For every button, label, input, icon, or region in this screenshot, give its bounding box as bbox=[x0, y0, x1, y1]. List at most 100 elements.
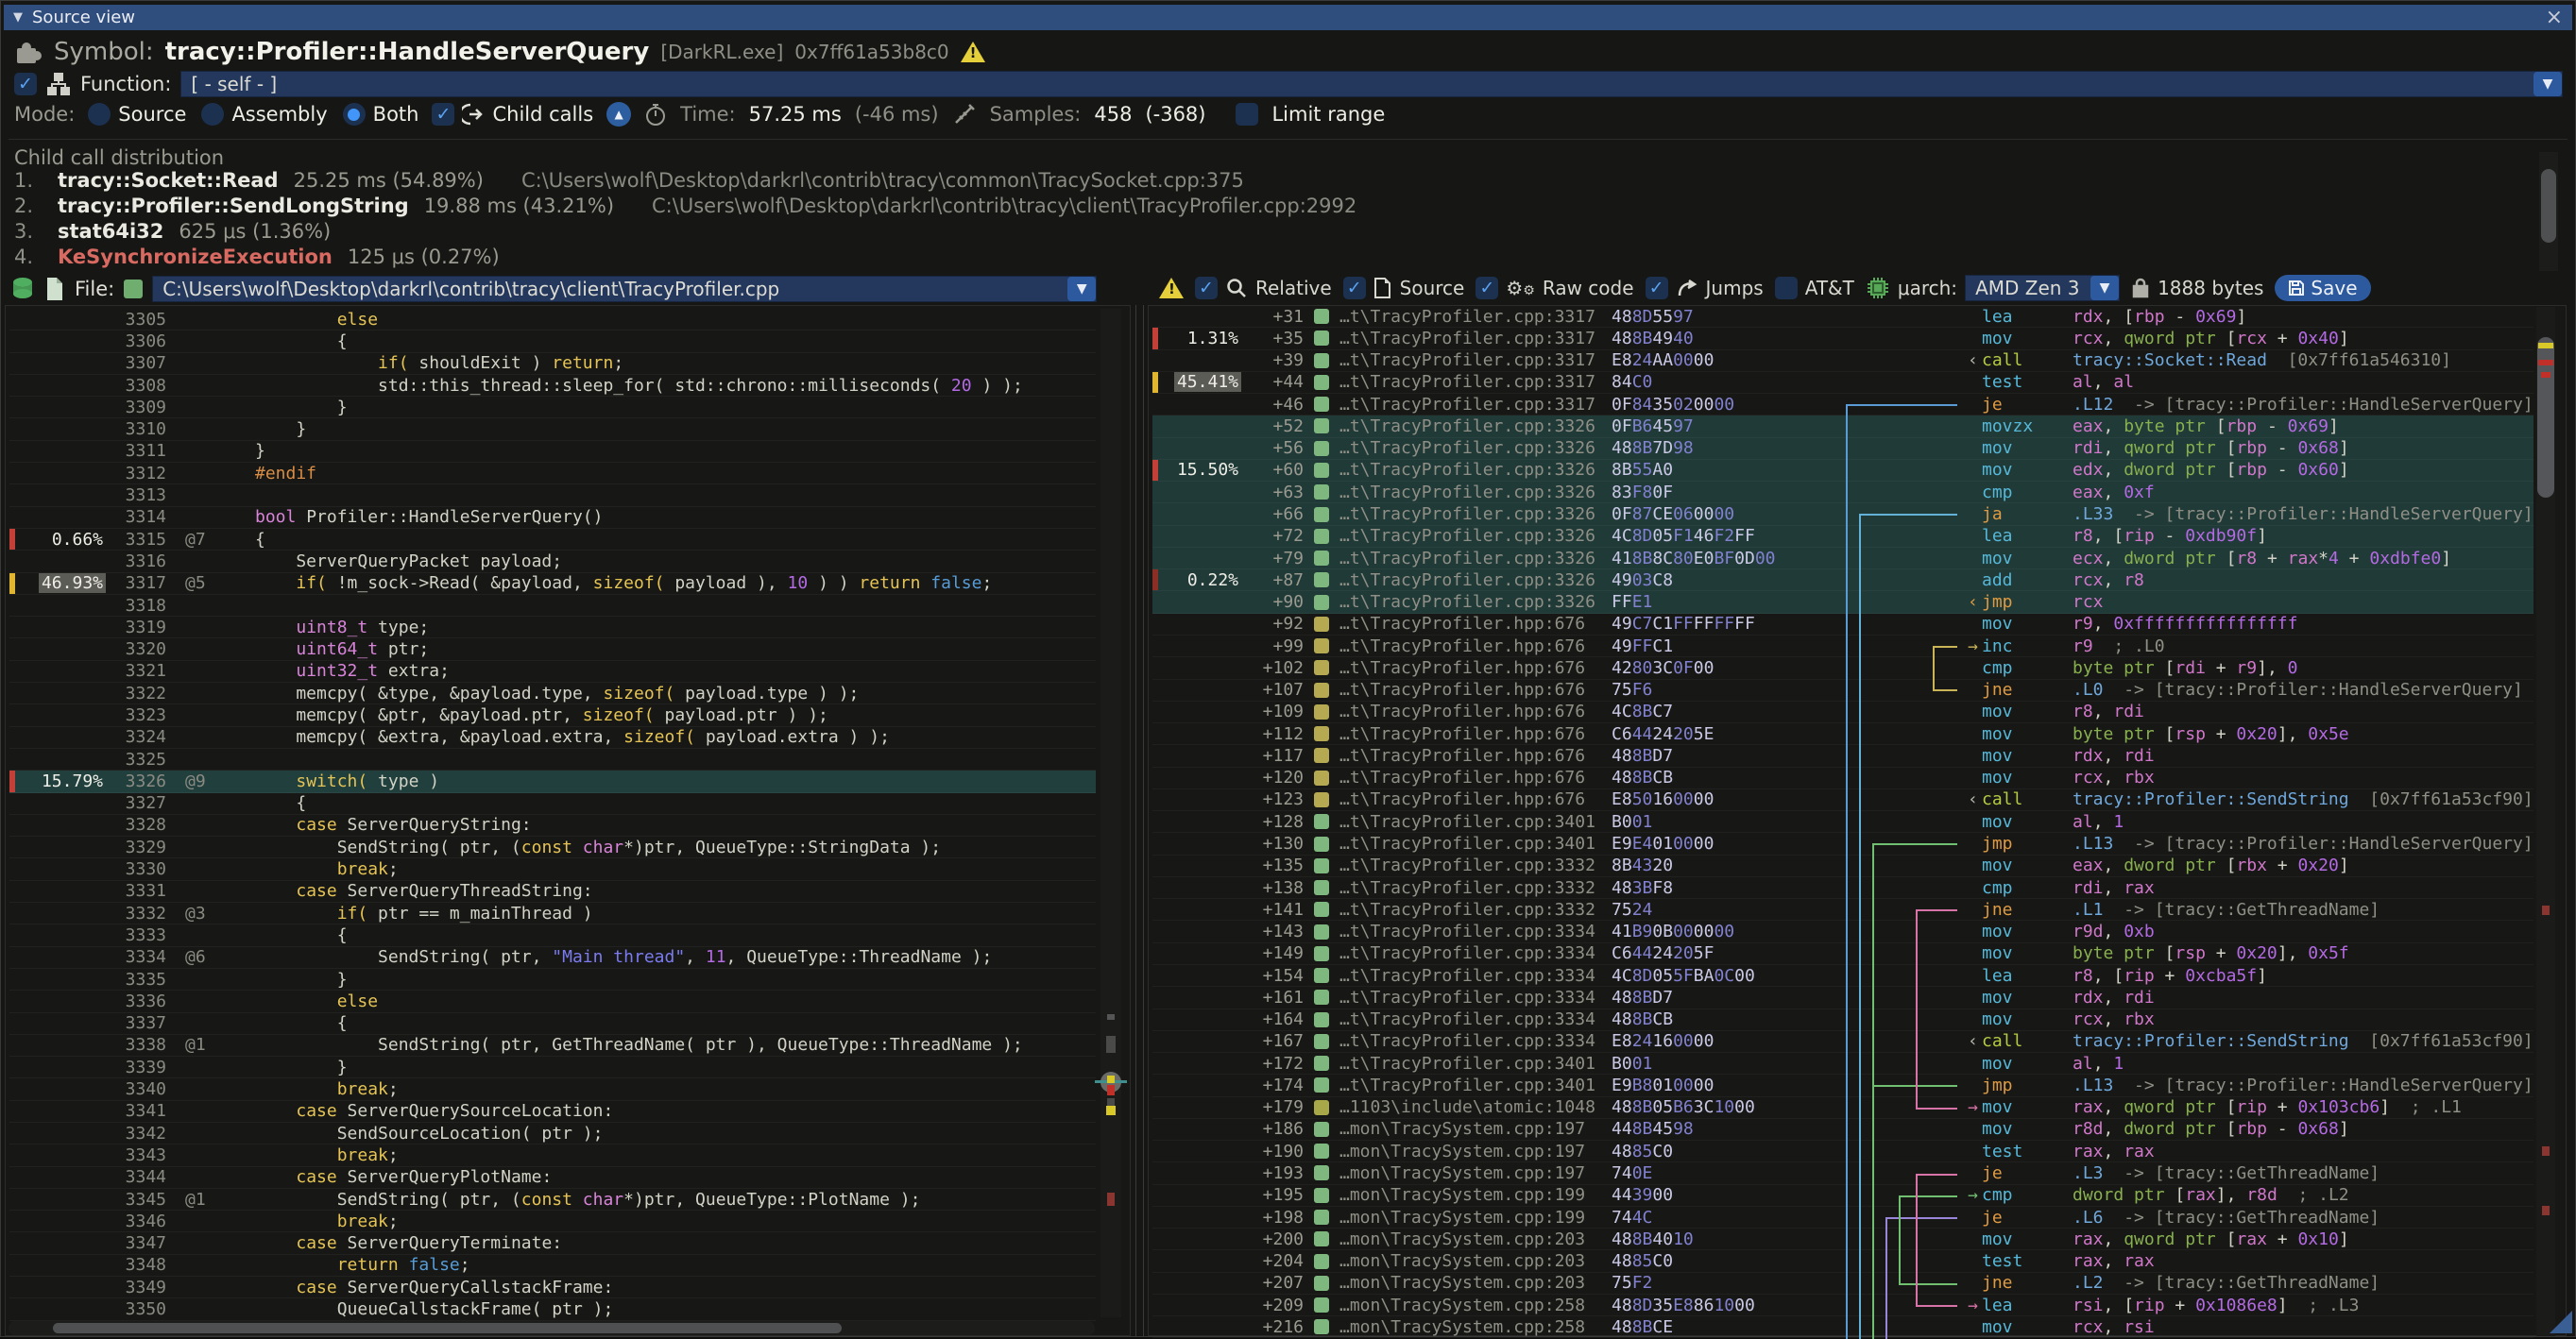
source-line-row[interactable]: 3321 uint32_t extra; bbox=[9, 661, 1096, 683]
instr-source-location[interactable]: …t\TracyProfiler.cpp:3334 bbox=[1339, 966, 1612, 986]
chevron-down-icon[interactable]: ▼ bbox=[1067, 277, 1096, 301]
line-number[interactable]: 3308 bbox=[106, 376, 166, 396]
source-line-row[interactable]: 3319 uint8_t type; bbox=[9, 617, 1096, 638]
source-line-row[interactable]: 3332@3 if( ptr == m_mainThread ) bbox=[9, 903, 1096, 924]
asm-instruction-row[interactable]: +72…t\TracyProfiler.cpp:33264C8D05F146F2… bbox=[1152, 526, 2533, 548]
line-number[interactable]: 3332 bbox=[106, 904, 166, 924]
source-line-row[interactable]: 3307 if( shouldExit ) return; bbox=[9, 353, 1096, 375]
instr-source-location[interactable]: …t\TracyProfiler.cpp:3326 bbox=[1339, 592, 1612, 612]
instr-source-location[interactable]: …t\TracyProfiler.cpp:3332 bbox=[1339, 900, 1612, 920]
function-combo[interactable]: [ - self - ] ▼ bbox=[180, 71, 2563, 97]
source-line-row[interactable]: 3330 break; bbox=[9, 858, 1096, 880]
line-number[interactable]: 3306 bbox=[106, 331, 166, 351]
line-number[interactable]: 3314 bbox=[106, 507, 166, 527]
line-number[interactable]: 3334 bbox=[106, 947, 166, 967]
source-line-row[interactable]: 3320 uint64_t ptr; bbox=[9, 638, 1096, 660]
line-number[interactable]: 3316 bbox=[106, 551, 166, 571]
source-line-row[interactable]: 3345@1 SendString( ptr, (const char*)ptr… bbox=[9, 1189, 1096, 1211]
instr-source-location[interactable]: …t\TracyProfiler.cpp:3317 bbox=[1339, 329, 1612, 348]
line-number[interactable]: 3333 bbox=[106, 925, 166, 945]
instr-source-location[interactable]: …t\TracyProfiler.cpp:3326 bbox=[1339, 460, 1612, 480]
line-number[interactable]: 3341 bbox=[106, 1101, 166, 1121]
asm-instruction-row[interactable]: +204…mon\TracySystem.cpp:2034885C0testra… bbox=[1152, 1250, 2533, 1272]
save-button[interactable]: Save bbox=[2275, 275, 2370, 301]
source-line-row[interactable]: 3350 QueueCallstackFrame( ptr ); bbox=[9, 1298, 1096, 1320]
line-number[interactable]: 3307 bbox=[106, 353, 166, 373]
asm-instruction-row[interactable]: +195…mon\TracySystem.cpp:199443900→cmpdw… bbox=[1152, 1185, 2533, 1207]
asm-instruction-row[interactable]: +107…t\TracyProfiler.hpp:67675F6jne.L0 -… bbox=[1152, 680, 2533, 702]
radio-icon[interactable] bbox=[201, 103, 224, 126]
line-number[interactable]: 3336 bbox=[106, 992, 166, 1011]
instr-source-location[interactable]: …t\TracyProfiler.cpp:3401 bbox=[1339, 812, 1612, 832]
source-line-row[interactable]: 3314bool Profiler::HandleServerQuery() bbox=[9, 507, 1096, 529]
instr-source-location[interactable]: …t\TracyProfiler.cpp:3334 bbox=[1339, 1009, 1612, 1029]
source-scrollbar[interactable] bbox=[1100, 309, 1121, 1317]
asm-instruction-row[interactable]: +92…t\TracyProfiler.hpp:67649C7C1FFFFFFF… bbox=[1152, 614, 2533, 636]
source-line-row[interactable]: 3346 break; bbox=[9, 1211, 1096, 1232]
source-line-row[interactable]: 3328 case ServerQueryString: bbox=[9, 815, 1096, 837]
instr-source-location[interactable]: …t\TracyProfiler.cpp:3332 bbox=[1339, 856, 1612, 875]
function-checkbox[interactable] bbox=[14, 73, 37, 95]
line-number[interactable]: 3347 bbox=[106, 1233, 166, 1253]
line-number[interactable]: 3327 bbox=[106, 793, 166, 813]
line-number[interactable]: 3318 bbox=[106, 596, 166, 616]
line-number[interactable]: 3335 bbox=[106, 970, 166, 990]
child-call-row[interactable]: 4.KeSynchronizeExecution125 μs (0.27%) bbox=[14, 246, 2555, 271]
child-calls-scroll-thumb[interactable] bbox=[2541, 169, 2556, 243]
instr-source-location[interactable]: …t\TracyProfiler.cpp:3334 bbox=[1339, 988, 1612, 1008]
asm-instruction-row[interactable]: +79…t\TracyProfiler.cpp:3326418B8C80E0BF… bbox=[1152, 548, 2533, 569]
child-calls-checkbox[interactable] bbox=[432, 103, 454, 126]
source-line-row[interactable]: 3310 } bbox=[9, 418, 1096, 440]
instr-source-location[interactable]: …mon\TracySystem.cpp:199 bbox=[1339, 1185, 1612, 1205]
limit-range-checkbox[interactable] bbox=[1236, 103, 1258, 126]
instr-source-location[interactable]: …t\TracyProfiler.hpp:676 bbox=[1339, 680, 1612, 700]
source-checkbox[interactable] bbox=[1343, 277, 1366, 299]
line-number[interactable]: 3339 bbox=[106, 1058, 166, 1077]
instr-source-location[interactable]: …mon\TracySystem.cpp:203 bbox=[1339, 1229, 1612, 1249]
asm-instruction-row[interactable]: +102…t\TracyProfiler.hpp:67642803C0F00cm… bbox=[1152, 657, 2533, 679]
line-number[interactable]: 3328 bbox=[106, 815, 166, 835]
asm-instruction-row[interactable]: +167…t\TracyProfiler.cpp:3334E824160000‹… bbox=[1152, 1031, 2533, 1053]
line-number[interactable]: 3329 bbox=[106, 838, 166, 857]
source-line-row[interactable]: 3325 bbox=[9, 749, 1096, 771]
collapse-icon[interactable]: ▼ bbox=[13, 10, 23, 25]
close-icon[interactable]: × bbox=[2546, 8, 2563, 28]
source-line-row[interactable]: 3347 case ServerQueryTerminate: bbox=[9, 1232, 1096, 1254]
instr-source-location[interactable]: …t\TracyProfiler.cpp:3334 bbox=[1339, 943, 1612, 963]
line-number[interactable]: 3319 bbox=[106, 618, 166, 637]
asm-instruction-row[interactable]: +198…mon\TracySystem.cpp:199744Cje.L6 ->… bbox=[1152, 1207, 2533, 1229]
asm-instruction-row[interactable]: +186…mon\TracySystem.cpp:197448B4598movr… bbox=[1152, 1119, 2533, 1141]
line-number[interactable]: 3338 bbox=[106, 1035, 166, 1055]
instr-source-location[interactable]: …t\TracyProfiler.cpp:3326 bbox=[1339, 526, 1612, 546]
asm-instruction-row[interactable]: +172…t\TracyProfiler.cpp:3401B001moval, … bbox=[1152, 1053, 2533, 1075]
instr-source-location[interactable]: …t\TracyProfiler.cpp:3401 bbox=[1339, 834, 1612, 854]
instr-source-location[interactable]: …t\TracyProfiler.hpp:676 bbox=[1339, 614, 1612, 634]
source-line-row[interactable]: 3344 case ServerQueryPlotName: bbox=[9, 1167, 1096, 1189]
source-line-row[interactable]: 3349 case ServerQueryCallstackFrame: bbox=[9, 1277, 1096, 1298]
instr-source-location[interactable]: …t\TracyProfiler.cpp:3334 bbox=[1339, 922, 1612, 941]
line-number[interactable]: 3345 bbox=[106, 1190, 166, 1210]
instr-source-location[interactable]: …t\TracyProfiler.cpp:3326 bbox=[1339, 438, 1612, 458]
asm-instruction-row[interactable]: +143…t\TracyProfiler.cpp:333441B90B00000… bbox=[1152, 921, 2533, 942]
asm-instruction-row[interactable]: 15.50%+60…t\TracyProfiler.cpp:33268B55A0… bbox=[1152, 460, 2533, 482]
uarch-combo[interactable]: AMD Zen 3 ▼ bbox=[1965, 275, 2120, 301]
asm-instruction-row[interactable]: +130…t\TracyProfiler.cpp:3401E9E4010000j… bbox=[1152, 833, 2533, 855]
source-line-row[interactable]: 3337 { bbox=[9, 1013, 1096, 1035]
raw-code-toggle[interactable]: ⚙⚙ Raw code bbox=[1476, 277, 1633, 299]
instr-source-location[interactable]: …t\TracyProfiler.cpp:3317 bbox=[1339, 372, 1612, 392]
source-line-row[interactable]: 0.66%3315@7{ bbox=[9, 529, 1096, 551]
line-number[interactable]: 3326 bbox=[106, 771, 166, 791]
source-line-row[interactable]: 3339 } bbox=[9, 1057, 1096, 1078]
mode-option-assembly[interactable]: Assembly bbox=[201, 103, 327, 126]
asm-instruction-row[interactable]: +161…t\TracyProfiler.cpp:3334488BD7movrd… bbox=[1152, 987, 2533, 1008]
line-number[interactable]: 3348 bbox=[106, 1255, 166, 1275]
source-line-row[interactable]: 3336 else bbox=[9, 991, 1096, 1012]
line-number[interactable]: 3311 bbox=[106, 441, 166, 461]
instr-source-location[interactable]: …t\TracyProfiler.hpp:676 bbox=[1339, 658, 1612, 678]
instr-source-location[interactable]: …mon\TracySystem.cpp:199 bbox=[1339, 1208, 1612, 1228]
source-line-row[interactable]: 3334@6 SendString( ptr, "Main thread", 1… bbox=[9, 947, 1096, 969]
asm-instruction-row[interactable]: +174…t\TracyProfiler.cpp:3401E9B8010000j… bbox=[1152, 1075, 2533, 1096]
line-number[interactable]: 3320 bbox=[106, 639, 166, 659]
asm-instruction-row[interactable]: +120…t\TracyProfiler.hpp:676488BCBmovrcx… bbox=[1152, 768, 2533, 789]
instr-source-location[interactable]: …mon\TracySystem.cpp:203 bbox=[1339, 1251, 1612, 1271]
